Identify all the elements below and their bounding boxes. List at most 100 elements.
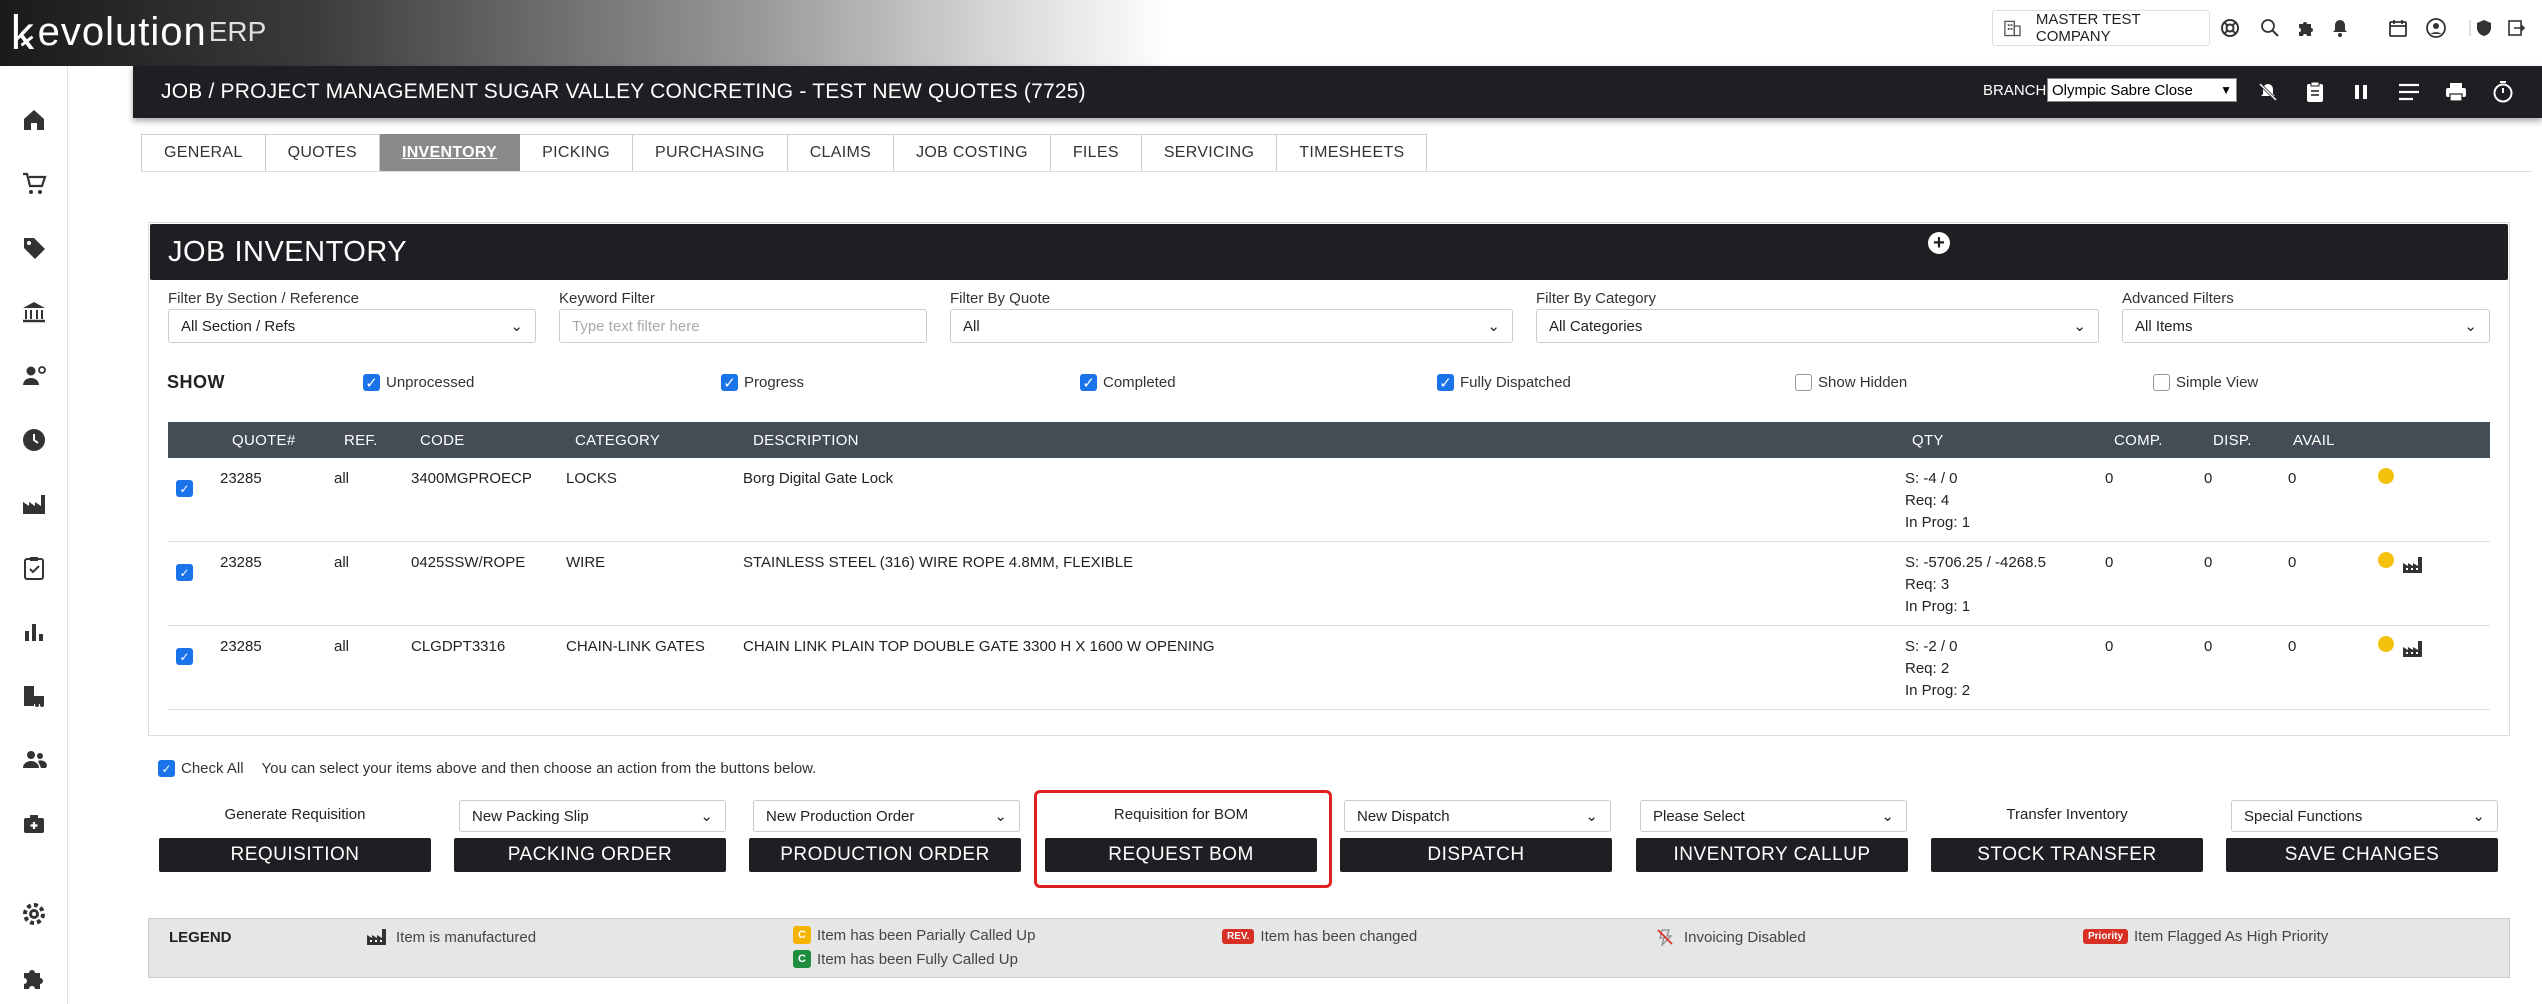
clipboard-check-icon[interactable] — [18, 552, 50, 584]
filter-section-select[interactable]: All Section / Refs ⌄ — [168, 309, 536, 343]
stock-transfer-button[interactable]: STOCK TRANSFER — [1931, 838, 2203, 872]
clipboard-icon[interactable] — [2301, 78, 2329, 106]
production-order-select[interactable]: New Production Order ⌄ — [753, 800, 1020, 832]
puzzle-icon[interactable] — [18, 962, 50, 994]
factory-icon[interactable] — [18, 488, 50, 520]
user-settings-icon[interactable] — [18, 360, 50, 392]
col-avail[interactable]: AVAIL — [2293, 432, 2335, 449]
show-hidden-checkbox[interactable]: Show Hidden — [1795, 374, 1907, 391]
legend-invoicing-text: Invoicing Disabled — [1684, 928, 1806, 946]
lifebuoy-icon[interactable] — [2216, 14, 2244, 42]
col-description[interactable]: DESCRIPTION — [753, 432, 859, 449]
tab-quotes[interactable]: QUOTES — [265, 134, 380, 172]
add-icon[interactable]: + — [1928, 232, 1950, 254]
user-circle-icon[interactable] — [2422, 14, 2450, 42]
col-disp[interactable]: DISP. — [2213, 432, 2252, 449]
job-header-bar: JOB / PROJECT MANAGEMENT SUGAR VALLEY CO… — [133, 66, 2542, 118]
advanced-filters-label: Advanced Filters — [2122, 290, 2234, 307]
pause-icon[interactable] — [2347, 78, 2375, 106]
clock-icon[interactable] — [18, 424, 50, 456]
tab-files[interactable]: FILES — [1050, 134, 1142, 172]
table-row[interactable]: ✓ 23285 all CLGDPT3316 CHAIN-LINK GATES … — [168, 626, 2490, 710]
packing-order-button[interactable]: PACKING ORDER — [454, 838, 726, 872]
save-changes-button[interactable]: SAVE CHANGES — [2226, 838, 2498, 872]
bell-icon[interactable] — [2326, 14, 2354, 42]
col-code[interactable]: CODE — [420, 432, 465, 449]
building-truck-icon[interactable] — [18, 680, 50, 712]
chevron-down-icon: ⌄ — [510, 318, 523, 335]
check-all-checkbox[interactable]: ✓ — [158, 760, 175, 777]
check-icon: ✓ — [1437, 374, 1454, 392]
home-icon[interactable] — [18, 104, 50, 136]
dispatch-select[interactable]: New Dispatch ⌄ — [1344, 800, 1611, 832]
dispatch-button[interactable]: DISPATCH — [1340, 838, 1612, 872]
inventory-callup-button[interactable]: INVENTORY CALLUP — [1636, 838, 1908, 872]
chevron-down-icon: ⌄ — [1585, 808, 1598, 825]
advanced-filters-select[interactable]: All Items ⌄ — [2122, 309, 2490, 343]
factory-icon — [367, 929, 386, 945]
tab-general[interactable]: GENERAL — [141, 134, 266, 172]
sidebar — [0, 66, 68, 1004]
tab-job-costing[interactable]: JOB COSTING — [894, 134, 1051, 172]
col-ref[interactable]: REF. — [344, 432, 378, 449]
keyword-filter-input[interactable]: Type text filter here — [559, 309, 927, 343]
branch-select[interactable]: Olympic Sabre Close ▼ — [2047, 78, 2237, 102]
cell-comp: 0 — [2105, 554, 2114, 571]
table-row[interactable]: ✓ 23285 all 3400MGPROECP LOCKS Borg Digi… — [168, 458, 2490, 542]
medical-kit-icon[interactable] — [18, 808, 50, 840]
print-icon[interactable] — [2442, 78, 2470, 106]
cell-qty-stock: S: -2 / 0 — [1905, 638, 1958, 655]
callup-select[interactable]: Please Select ⌄ — [1640, 800, 1907, 832]
packing-slip-select[interactable]: New Packing Slip ⌄ — [459, 800, 726, 832]
filter-quote-select[interactable]: All ⌄ — [950, 309, 1513, 343]
shield-icon[interactable] — [2470, 14, 2498, 42]
app-logo[interactable]: ꝃ evolution ERP — [10, 4, 266, 60]
show-completed-checkbox[interactable]: ✓ Completed — [1080, 374, 1176, 392]
col-category[interactable]: CATEGORY — [575, 432, 660, 449]
checkbox-label: Fully Dispatched — [1460, 374, 1571, 391]
tab-servicing[interactable]: SERVICING — [1141, 134, 1278, 172]
col-comp[interactable]: COMP. — [2114, 432, 2163, 449]
menu-lines-icon[interactable] — [2395, 78, 2423, 106]
job-title: JOB / PROJECT MANAGEMENT SUGAR VALLEY CO… — [161, 80, 1086, 103]
top-bar: ꝃ evolution ERP MASTER TEST COMPANY — [0, 0, 2542, 66]
tab-purchasing[interactable]: PURCHASING — [633, 134, 788, 172]
check-all-row: ✓ Check All You can select your items ab… — [158, 760, 816, 777]
bar-chart-icon[interactable] — [18, 616, 50, 648]
puzzle-icon[interactable] — [2292, 14, 2320, 42]
job-tabs: GENERAL QUOTES INVENTORY PICKING PURCHAS… — [141, 134, 1428, 172]
tag-icon[interactable] — [18, 232, 50, 264]
bell-slash-icon[interactable] — [2254, 78, 2282, 106]
filter-section-value: All Section / Refs — [181, 317, 296, 335]
logout-icon[interactable] — [2502, 14, 2530, 42]
cart-icon[interactable] — [18, 168, 50, 200]
stopwatch-icon[interactable] — [2489, 78, 2517, 106]
show-fully-dispatched-checkbox[interactable]: ✓ Fully Dispatched — [1437, 374, 1571, 392]
table-row[interactable]: ✓ 23285 all 0425SSW/ROPE WIRE STAINLESS … — [168, 542, 2490, 626]
production-order-button[interactable]: PRODUCTION ORDER — [749, 838, 1021, 872]
tab-timesheets[interactable]: TIMESHEETS — [1277, 134, 1428, 172]
simple-view-checkbox[interactable]: Simple View — [2153, 374, 2258, 391]
search-icon[interactable] — [2256, 14, 2284, 42]
requisition-button[interactable]: REQUISITION — [159, 838, 431, 872]
row-checkbox[interactable]: ✓ — [176, 480, 193, 497]
calendar-icon[interactable] — [2384, 14, 2412, 42]
production-order-value: New Production Order — [766, 807, 915, 825]
row-checkbox[interactable]: ✓ — [176, 648, 193, 665]
special-functions-select[interactable]: Special Functions ⌄ — [2231, 800, 2498, 832]
users-icon[interactable] — [18, 744, 50, 776]
gear-icon[interactable] — [18, 898, 50, 930]
col-qty[interactable]: QTY — [1912, 432, 1944, 449]
show-progress-checkbox[interactable]: ✓ Progress — [721, 374, 804, 392]
callup-value: Please Select — [1653, 807, 1745, 825]
company-selector[interactable]: MASTER TEST COMPANY — [1992, 10, 2210, 46]
row-checkbox[interactable]: ✓ — [176, 564, 193, 581]
tab-claims[interactable]: CLAIMS — [787, 134, 895, 172]
tab-picking[interactable]: PICKING — [520, 134, 634, 172]
chevron-down-icon: ⌄ — [2464, 318, 2477, 335]
col-quote[interactable]: QUOTE# — [232, 432, 295, 449]
tab-inventory[interactable]: INVENTORY — [379, 134, 521, 172]
bank-icon[interactable] — [18, 296, 50, 328]
show-unprocessed-checkbox[interactable]: ✓ Unprocessed — [363, 374, 474, 392]
filter-category-select[interactable]: All Categories ⌄ — [1536, 309, 2099, 343]
